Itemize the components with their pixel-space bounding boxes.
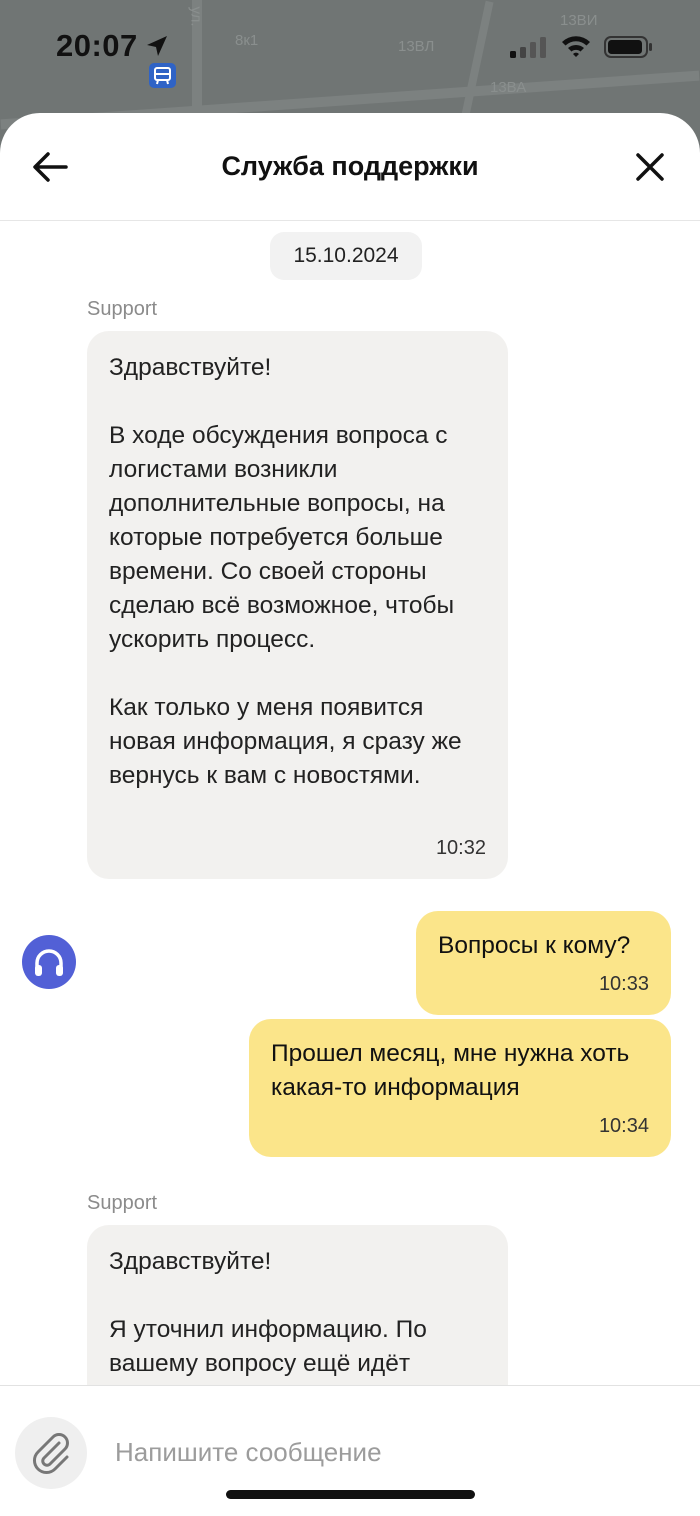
cellular-signal-icon xyxy=(510,37,546,58)
page-title: Служба поддержки xyxy=(221,151,479,181)
location-arrow-icon xyxy=(147,36,167,56)
attach-button[interactable] xyxy=(15,1417,87,1489)
close-icon xyxy=(636,153,664,181)
message-text: Вопросы к кому? xyxy=(438,932,631,959)
message-time: 10:34 xyxy=(598,1115,649,1137)
message-input[interactable] xyxy=(115,1430,655,1474)
transit-stop-icon xyxy=(149,63,176,88)
incoming-message[interactable]: Здравствуйте! Я уточнил информацию. По в… xyxy=(87,1225,508,1385)
message-text: Здравствуйте! Я уточнил информацию. По в… xyxy=(109,1248,427,1377)
close-button[interactable] xyxy=(632,149,668,185)
incoming-message[interactable]: Здравствуйте! В ходе обсуждения вопроса … xyxy=(87,331,508,879)
message-sender: Support xyxy=(87,298,158,320)
status-time: 20:07 xyxy=(56,28,138,63)
date-separator: 15.10.2024 xyxy=(270,232,422,280)
home-indicator[interactable] xyxy=(226,1490,475,1499)
outgoing-message[interactable]: Прошел месяц, мне нужна хоть какая-то ин… xyxy=(249,1019,671,1157)
paperclip-icon xyxy=(33,1433,69,1474)
message-time: 10:32 xyxy=(435,837,486,859)
message-text: Прошел месяц, мне нужна хоть какая-то ин… xyxy=(271,1040,637,1101)
support-chat-sheet: Служба поддержки 15.10.2024 Support Здра… xyxy=(0,113,700,1516)
support-avatar xyxy=(22,935,76,989)
battery-icon xyxy=(604,36,652,58)
message-sender: Support xyxy=(87,1192,158,1214)
wifi-icon xyxy=(562,36,590,57)
message-list[interactable]: 15.10.2024 Support Здравствуйте! В ходе … xyxy=(0,221,700,1385)
chat-header: Служба поддержки xyxy=(0,113,700,221)
outgoing-message[interactable]: Вопросы к кому? 10:33 xyxy=(416,911,671,1015)
message-text: Здравствуйте! В ходе обсуждения вопроса … xyxy=(109,354,462,789)
status-bar: 20:07 xyxy=(0,0,700,100)
message-time: 10:33 xyxy=(598,973,649,995)
headphones-icon xyxy=(35,949,63,976)
